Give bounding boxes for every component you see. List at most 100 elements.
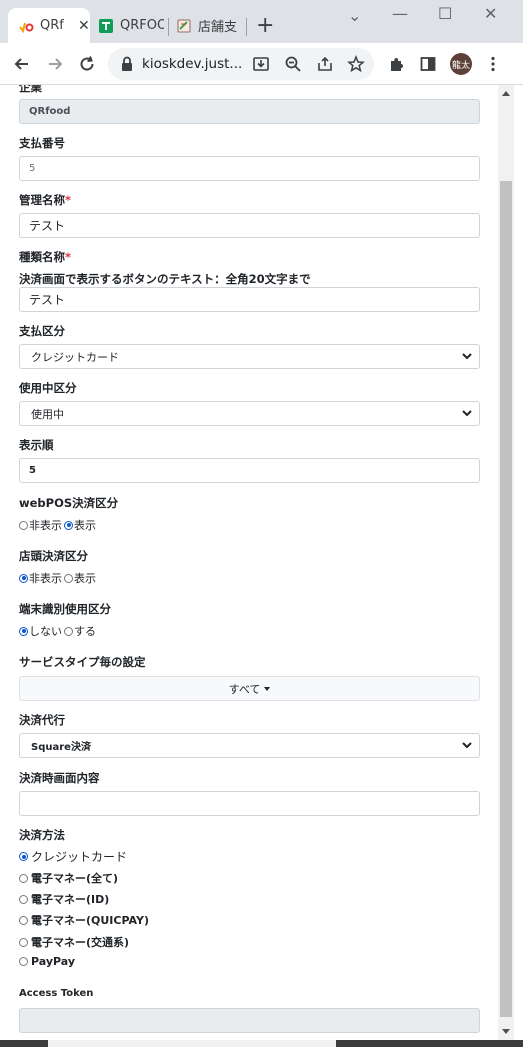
access-token-label: Access Token — [19, 988, 94, 999]
type-name-help-text: 決済画面で表示するボタンのテキスト：全角20文字まで — [19, 272, 311, 286]
tab-title: QRf — [40, 18, 64, 33]
type-name-label: 種類名称* — [19, 249, 71, 265]
radio-button[interactable] — [19, 915, 28, 925]
radio-button[interactable] — [19, 937, 28, 947]
chevron-down-icon — [462, 410, 472, 417]
terminal-radio-group: しない する — [19, 623, 98, 639]
maximize-button[interactable]: ☐ — [438, 4, 452, 23]
url-text: kioskdev.just... — [142, 56, 243, 72]
payment-agent-value: Square決済 — [31, 742, 91, 753]
radio-button-selected[interactable] — [19, 626, 28, 636]
payment-agent-label: 決済代行 — [19, 713, 65, 727]
method-option-emoney-id[interactable]: 電子マネー(ID) — [19, 891, 109, 907]
forward-arrow-icon[interactable] — [43, 52, 67, 76]
scroll-down-arrow-icon[interactable] — [502, 1029, 510, 1034]
radio-button[interactable] — [19, 873, 28, 883]
admin-name-label-text: 管理名称 — [19, 193, 65, 207]
payment-category-label: 支払区分 — [19, 324, 65, 338]
radio-button-selected[interactable] — [19, 852, 28, 861]
reload-icon[interactable] — [75, 52, 99, 76]
radio-button[interactable] — [64, 573, 73, 583]
webpos-radio-group: 非表示 表示 — [19, 517, 98, 533]
extensions-puzzle-icon[interactable] — [385, 52, 409, 76]
method-option-emoney-quicpay[interactable]: 電子マネー(QUICPAY) — [19, 912, 149, 928]
scrollbar-thumb[interactable] — [500, 181, 512, 1017]
share-icon[interactable] — [313, 52, 337, 76]
tab-qrfood-sheet[interactable]: QRFOO — [92, 8, 166, 43]
tab-qrfood-active[interactable]: QRf ✕ — [8, 8, 90, 43]
install-app-icon[interactable] — [249, 52, 273, 76]
radio-label: 電子マネー(全て) — [31, 872, 119, 885]
method-option-emoney-all[interactable]: 電子マネー(全て) — [19, 870, 118, 886]
minimize-button[interactable]: — — [392, 4, 408, 23]
page-scrollbar[interactable] — [498, 85, 514, 1040]
payment-category-value: クレジットカード — [31, 350, 119, 364]
side-panel-icon[interactable] — [416, 52, 440, 76]
bookmark-star-icon[interactable] — [344, 52, 368, 76]
payment-category-select[interactable]: クレジットカード — [19, 344, 480, 369]
tab-separator — [168, 18, 169, 36]
store-option-show[interactable]: 表示 — [64, 570, 96, 586]
webpos-option-show[interactable]: 表示 — [64, 517, 96, 533]
in-use-value: 使用中 — [31, 407, 64, 421]
tab-title: QRFOO — [120, 18, 164, 33]
company-field: QRfood — [19, 99, 480, 124]
zoom-out-icon[interactable] — [281, 52, 305, 76]
profile-avatar[interactable]: 龍太 — [450, 53, 472, 75]
payment-number-field[interactable]: 5 — [19, 156, 480, 181]
radio-label: 電子マネー(交通系) — [31, 936, 130, 949]
display-order-field[interactable]: 5 — [19, 458, 480, 483]
store-payment-label: 店頭決済区分 — [19, 549, 88, 563]
method-option-emoney-transit[interactable]: 電子マネー(交通系) — [19, 934, 129, 950]
webpos-option-hide[interactable]: 非表示 — [19, 517, 62, 533]
access-token-field — [19, 1008, 480, 1033]
page-viewport: 企業 QRfood 支払番号 5 管理名称* テスト 種類名称* 決済画面で表示… — [0, 85, 498, 1040]
radio-label: 表示 — [74, 519, 96, 532]
service-type-dropdown[interactable]: すべて — [19, 676, 480, 701]
display-order-label: 表示順 — [19, 438, 54, 452]
admin-name-field[interactable]: テスト — [19, 213, 480, 238]
chevron-down-icon — [462, 742, 472, 749]
taskbar-window-preview — [48, 1040, 336, 1047]
qrfood-favicon-icon — [18, 18, 34, 34]
webpos-label: webPOS決済区分 — [19, 496, 119, 510]
radio-label: する — [74, 625, 96, 638]
type-name-field[interactable]: テスト — [19, 287, 480, 312]
menu-kebab-icon[interactable] — [481, 52, 505, 76]
scroll-up-arrow-icon[interactable] — [502, 91, 510, 96]
terminal-option-no[interactable]: しない — [19, 623, 62, 639]
in-use-select[interactable]: 使用中 — [19, 401, 480, 426]
screen-content-field[interactable] — [19, 791, 480, 816]
radio-label: クレジットカード — [31, 850, 128, 864]
store-option-hide[interactable]: 非表示 — [19, 570, 62, 586]
payment-agent-select[interactable]: Square決済 — [19, 733, 480, 758]
required-mark: * — [65, 193, 72, 207]
store-radio-group: 非表示 表示 — [19, 570, 98, 586]
tab-close-icon[interactable]: ✕ — [78, 18, 90, 34]
radio-label: 非表示 — [29, 519, 62, 532]
radio-button[interactable] — [19, 894, 28, 904]
new-tab-button[interactable]: + — [256, 14, 274, 38]
radio-button[interactable] — [19, 520, 28, 530]
browser-tab-strip: QRf ✕ QRFOO 店舗支 + ⌄ — ☐ ✕ — [0, 0, 523, 43]
tab-search-chevron-icon[interactable]: ⌄ — [348, 6, 361, 25]
terminal-option-yes[interactable]: する — [64, 623, 96, 639]
radio-label: PayPay — [31, 955, 76, 968]
radio-button[interactable] — [19, 957, 28, 966]
method-option-paypay[interactable]: PayPay — [19, 955, 75, 968]
radio-button[interactable] — [64, 626, 73, 636]
method-option-credit[interactable]: クレジットカード — [19, 848, 127, 865]
close-window-button[interactable]: ✕ — [484, 4, 497, 23]
screen-content-label: 決済時画面内容 — [19, 771, 100, 785]
terminal-label: 端末識別使用区分 — [19, 602, 111, 616]
chevron-down-icon — [462, 353, 472, 360]
radio-button-selected[interactable] — [64, 520, 73, 530]
admin-name-label: 管理名称* — [19, 192, 71, 208]
lock-icon[interactable] — [118, 55, 136, 73]
service-type-value: すべて — [228, 682, 261, 696]
radio-button-selected[interactable] — [19, 573, 28, 583]
tab-store[interactable]: 店舗支 — [170, 8, 244, 43]
back-arrow-icon[interactable] — [10, 52, 34, 76]
service-type-label: サービスタイプ毎の設定 — [19, 655, 146, 669]
radio-label: 表示 — [74, 572, 96, 585]
